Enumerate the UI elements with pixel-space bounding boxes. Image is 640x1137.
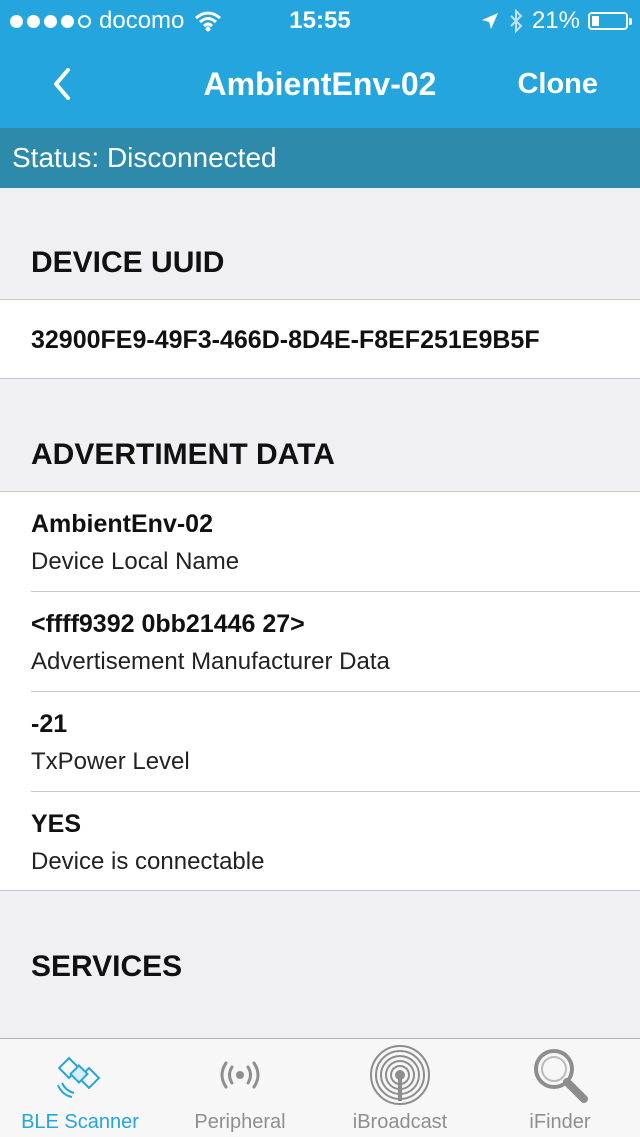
tab-bar: BLE Scanner Peripheral iBroadcast iFinde… (0, 1038, 640, 1137)
bluetooth-icon (510, 9, 523, 33)
magnifier-icon (534, 1049, 588, 1103)
tab-label: iFinder (529, 1111, 591, 1133)
adv-item-label: Advertisement Manufacturer Data (31, 648, 390, 675)
location-arrow-icon (481, 13, 498, 29)
adv-item-label: TxPower Level (31, 748, 190, 775)
tab-peripheral[interactable]: Peripheral (160, 1039, 320, 1137)
broadcast-signal-icon (220, 1061, 260, 1089)
device-uuid-cell: 32900FE9-49F3-466D-8D4E-F8EF251E9B5F (0, 299, 640, 379)
advertisement-data-list: AmbientEnv-02 Device Local Name <ffff939… (0, 491, 640, 891)
adv-item-label: Device Local Name (31, 548, 240, 575)
tab-ifinder[interactable]: iFinder (480, 1039, 640, 1137)
battery-level (592, 16, 599, 26)
status-bar-right: 21% (480, 7, 632, 35)
satellite-icon (57, 1056, 101, 1098)
clone-button[interactable]: Clone (517, 68, 598, 101)
tab-label: Peripheral (194, 1111, 286, 1133)
battery-percentage: 21% (531, 7, 580, 34)
section-title-advertisement-data: ADVERTIMENT DATA (31, 438, 335, 471)
tab-ble-scanner[interactable]: BLE Scanner (0, 1039, 160, 1137)
list-item: YES Device is connectable (0, 792, 640, 890)
list-item: AmbientEnv-02 Device Local Name (0, 492, 640, 592)
section-title-device-uuid: DEVICE UUID (31, 246, 225, 279)
device-uuid-value: 32900FE9-49F3-466D-8D4E-F8EF251E9B5F (31, 326, 540, 354)
adv-item-label: Device is connectable (31, 848, 265, 875)
battery-icon (588, 12, 632, 30)
list-item: <ffff9392 0bb21446 27> Advertisement Man… (0, 592, 640, 692)
section-title-services: SERVICES (31, 950, 183, 983)
adv-item-value: -21 (31, 710, 68, 738)
tab-label: iBroadcast (352, 1111, 448, 1133)
ibroadcast-target-icon (370, 1045, 430, 1105)
status-bar: docomo 15:55 21% (0, 0, 640, 40)
connection-status-banner: Status: Disconnected (0, 128, 640, 188)
adv-item-value: YES (31, 810, 82, 838)
adv-item-value: <ffff9392 0bb21446 27> (31, 610, 305, 638)
tab-ibroadcast[interactable]: iBroadcast (320, 1039, 480, 1137)
adv-item-value: AmbientEnv-02 (31, 510, 213, 538)
navigation-bar: AmbientEnv-02 Clone (0, 40, 640, 128)
header: docomo 15:55 21% AmbientEnv-02 Clone (0, 0, 640, 128)
list-item: -21 TxPower Level (0, 692, 640, 792)
tab-label: BLE Scanner (21, 1111, 139, 1133)
